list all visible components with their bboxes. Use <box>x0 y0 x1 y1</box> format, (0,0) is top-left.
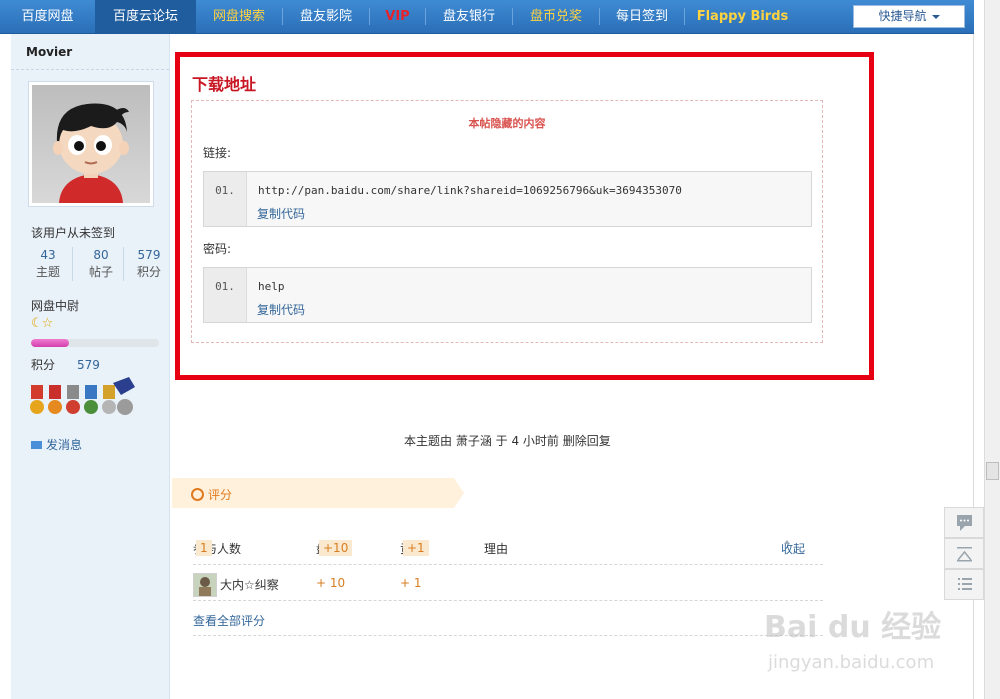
quick-nav-dropdown[interactable]: 快捷导航 <box>853 5 965 28</box>
user-rank[interactable]: 网盘中尉 <box>31 297 79 314</box>
link-code-block: 01. http://pan.baidu.com/share/link?shar… <box>203 171 812 227</box>
divider <box>72 247 73 281</box>
copy-password-button[interactable]: 复制代码 <box>257 301 305 318</box>
top-nav: 百度网盘 百度云论坛 网盘搜索 盘友影院 VIP 盘友银行 盘币兑奖 每日签到 … <box>0 0 974 34</box>
rater-name[interactable]: 大内☆纠察 <box>220 576 279 593</box>
divider <box>193 600 823 601</box>
nav-item-bank[interactable]: 盘友银行 <box>426 0 512 33</box>
points-row: 积分 579 <box>31 356 100 373</box>
rating-tab: 评分 <box>172 478 464 508</box>
circle-icon <box>191 488 204 501</box>
rating-row: 大内☆纠察 + 10 + 1 <box>193 573 823 597</box>
password-code[interactable]: help <box>258 280 285 293</box>
rating-header: 参与人数1 盘币+10 贡献+1 理由 收起 <box>193 540 823 562</box>
divider <box>11 69 169 70</box>
rank-progress-fill <box>31 339 70 347</box>
reason-header: 理由 <box>484 542 509 556</box>
vertical-scrollbar[interactable] <box>984 0 1000 699</box>
user-stats: 43 主题 80 帖子 579 积分 <box>27 247 161 281</box>
divider <box>123 247 124 281</box>
stat-value: 80 <box>93 248 109 262</box>
password-label: 密码: <box>203 242 232 256</box>
scrollbar-thumb[interactable] <box>986 462 999 480</box>
list-button[interactable] <box>944 569 984 600</box>
signin-status: 该用户从未签到 <box>31 226 116 240</box>
stat-points[interactable]: 579 积分 <box>128 247 170 281</box>
medals-icon[interactable] <box>29 377 139 423</box>
moderation-note: 本主题由 萧子涵 于 4 小时前 删除回复 <box>404 434 611 448</box>
stat-label: 主题 <box>35 265 60 279</box>
divider <box>193 564 823 565</box>
rater-contrib: + 1 <box>400 576 422 590</box>
nav-item-coin-redeem[interactable]: 盘币兑奖 <box>513 0 599 33</box>
coins-total: +10 <box>319 540 353 556</box>
line-number: 01. <box>204 268 247 322</box>
rank-progress-bar <box>31 339 159 347</box>
copy-link-button[interactable]: 复制代码 <box>257 205 305 222</box>
nav-item-daily-signin[interactable]: 每日签到 <box>600 0 684 33</box>
stat-value: 579 <box>137 248 161 262</box>
back-to-top-button[interactable] <box>944 538 984 569</box>
line-number: 01. <box>204 172 247 226</box>
nav-item-vip[interactable]: VIP <box>370 0 425 33</box>
points-value: 579 <box>77 358 100 372</box>
quick-nav-label: 快捷导航 <box>878 9 927 23</box>
nav-item-pan-search[interactable]: 网盘搜索 <box>196 0 282 33</box>
left-gutter <box>0 34 11 699</box>
avatar[interactable] <box>28 81 154 207</box>
rater-coins: + 10 <box>316 576 346 590</box>
author-sidebar: Movier 该用户从未签到 43 主题 80 帖子 579 积分 网盘中尉 ☾… <box>11 34 170 699</box>
download-section: 下载地址 本帖隐藏的内容 链接: 01. http://pan.baidu.co… <box>175 52 874 380</box>
link-label: 链接: <box>203 146 232 160</box>
envelope-icon <box>31 441 42 449</box>
hidden-content-box: 本帖隐藏的内容 链接: 01. http://pan.baidu.com/sha… <box>191 100 823 343</box>
contrib-total: +1 <box>403 540 429 556</box>
nav-item-baidu-pan[interactable]: 百度网盘 <box>0 0 95 33</box>
username[interactable]: Movier <box>26 45 72 59</box>
list-icon <box>958 578 972 590</box>
arrow-up-icon <box>957 547 972 562</box>
watermark-url: jingyan.baidu.com <box>768 652 935 673</box>
rater-avatar[interactable] <box>193 573 217 597</box>
stat-posts[interactable]: 80 帖子 <box>80 247 122 281</box>
hidden-content-title: 本帖隐藏的内容 <box>468 117 546 130</box>
rank-moon-star-icon: ☾☆ <box>31 316 53 331</box>
nav-item-forum[interactable]: 百度云论坛 <box>95 0 196 33</box>
avatar-image <box>32 85 150 203</box>
nav-item-flappy-birds[interactable]: Flappy Birds <box>685 0 800 33</box>
points-label: 积分 <box>31 358 56 372</box>
rating-tab-label: 评分 <box>208 488 233 502</box>
view-all-ratings-link[interactable]: 查看全部评分 <box>193 612 265 629</box>
stat-value: 43 <box>40 248 56 262</box>
send-message-link[interactable]: 发消息 <box>31 436 82 453</box>
comment-button[interactable] <box>944 507 984 538</box>
chevron-down-icon <box>931 14 940 19</box>
participants-count: 1 <box>196 540 212 556</box>
stat-threads[interactable]: 43 主题 <box>27 247 69 281</box>
watermark-logo: Bai du 经验 <box>764 610 942 645</box>
download-title: 下载地址 <box>192 75 257 94</box>
link-code[interactable]: http://pan.baidu.com/share/link?shareid=… <box>258 184 682 197</box>
password-code-block: 01. help 复制代码 <box>203 267 812 323</box>
comment-icon <box>957 515 972 531</box>
divider <box>193 635 823 636</box>
stat-label: 积分 <box>136 265 161 279</box>
stat-label: 帖子 <box>88 265 113 279</box>
nav-item-cinema[interactable]: 盘友影院 <box>283 0 369 33</box>
send-message-label: 发消息 <box>46 438 83 452</box>
chevron-up-icon <box>784 540 790 544</box>
